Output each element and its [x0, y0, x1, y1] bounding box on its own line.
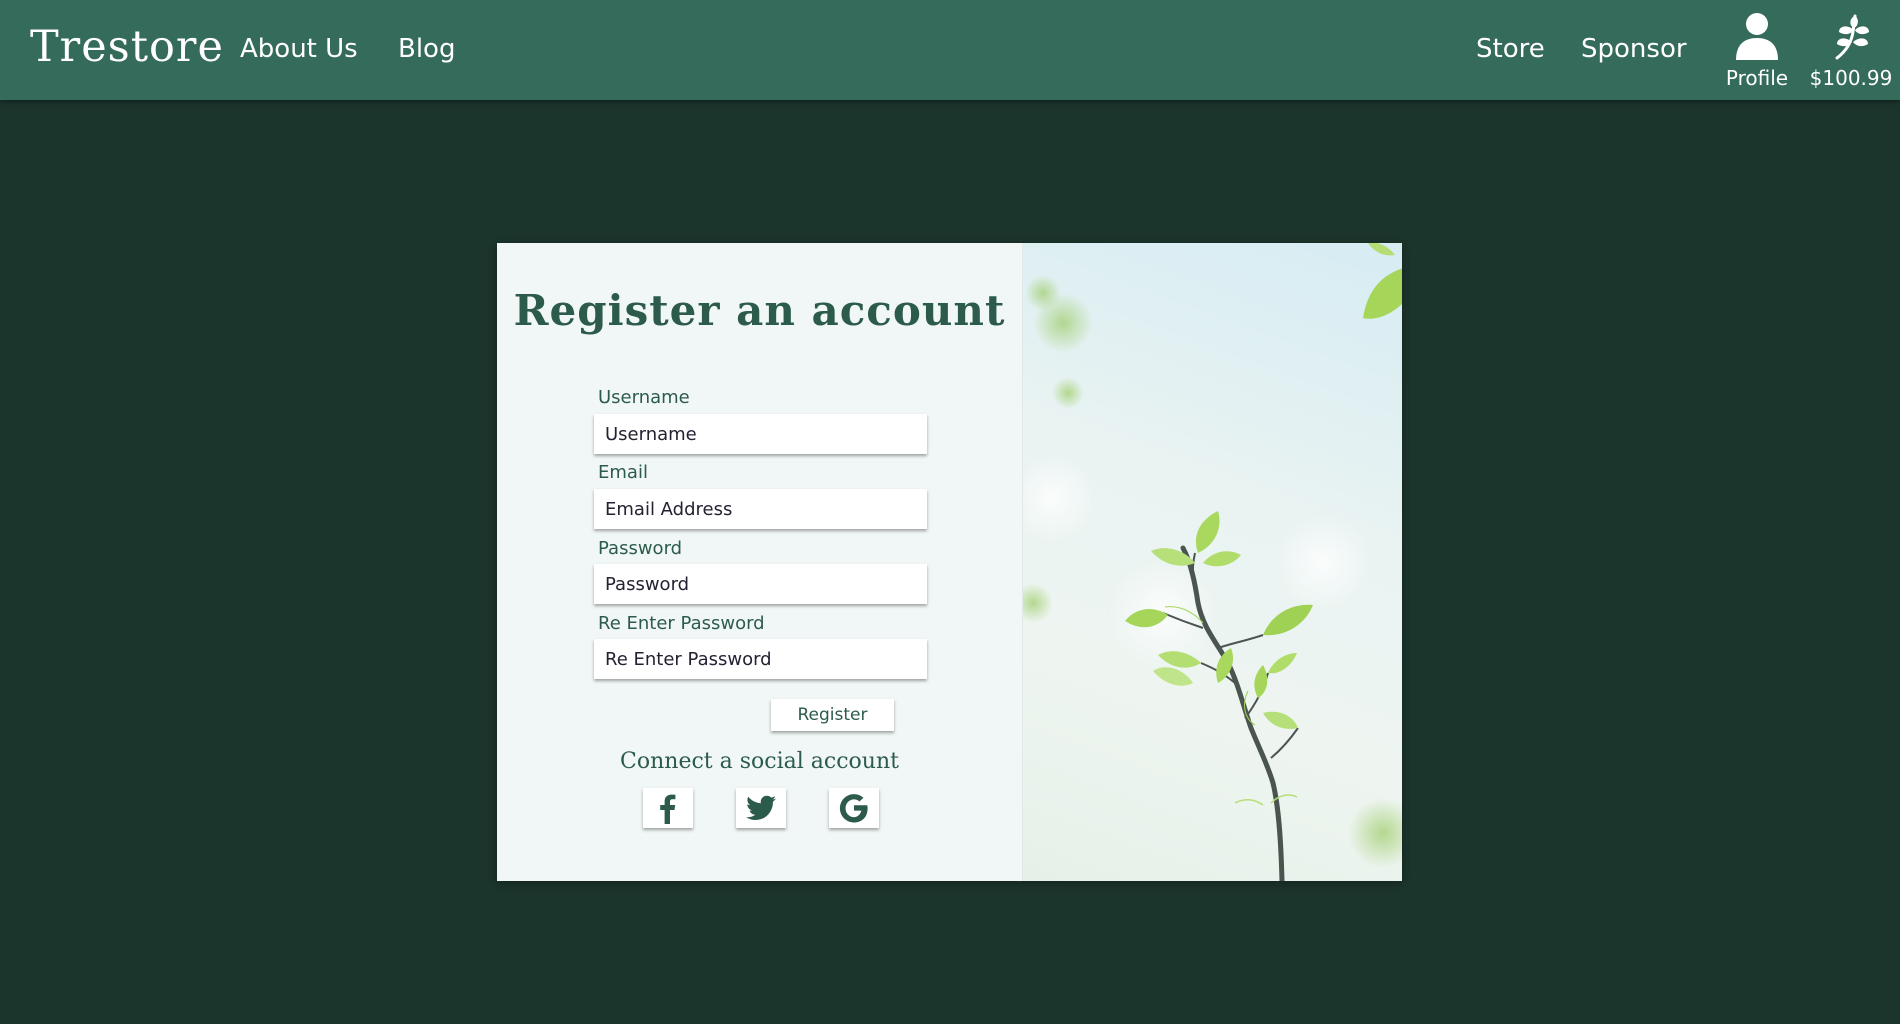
- twitter-button[interactable]: [736, 788, 786, 828]
- twitter-icon: [746, 795, 776, 820]
- email-label: Email: [598, 462, 648, 483]
- nature-image: [1022, 243, 1402, 881]
- facebook-icon: [660, 794, 676, 824]
- google-button[interactable]: [829, 788, 879, 828]
- profile-button[interactable]: Profile: [1712, 8, 1802, 92]
- branch-illustration: [1023, 243, 1402, 881]
- wallet-button[interactable]: $100.99: [1806, 8, 1896, 92]
- username-label: Username: [598, 387, 690, 408]
- user-icon: [1736, 13, 1778, 60]
- wallet-balance: $100.99: [1809, 66, 1893, 90]
- nav-link-store[interactable]: Store: [1476, 34, 1545, 64]
- register-form: Register an account Username Email Passw…: [497, 243, 1022, 881]
- profile-label: Profile: [1725, 66, 1789, 90]
- google-icon: [839, 794, 868, 823]
- re-enter-password-label: Re Enter Password: [598, 613, 765, 634]
- nav-link-sponsor[interactable]: Sponsor: [1581, 34, 1687, 64]
- password-label: Password: [598, 538, 683, 559]
- page-title: Register an account: [513, 286, 1006, 335]
- register-button[interactable]: Register: [771, 699, 894, 731]
- brand-logo[interactable]: Trestore: [30, 22, 224, 72]
- facebook-button[interactable]: [643, 788, 693, 828]
- sprout-icon: [1835, 14, 1869, 60]
- nav-link-blog[interactable]: Blog: [398, 34, 455, 64]
- register-card: Register an account Username Email Passw…: [497, 243, 1402, 881]
- top-navbar: Trestore About Us Blog Store Sponsor Pro…: [0, 0, 1900, 100]
- password-input[interactable]: [594, 564, 927, 604]
- email-input[interactable]: [594, 489, 927, 529]
- social-heading: Connect a social account: [620, 749, 899, 774]
- username-input[interactable]: [594, 414, 927, 454]
- nav-link-about-us[interactable]: About Us: [240, 34, 358, 64]
- re-enter-password-input[interactable]: [594, 639, 927, 679]
